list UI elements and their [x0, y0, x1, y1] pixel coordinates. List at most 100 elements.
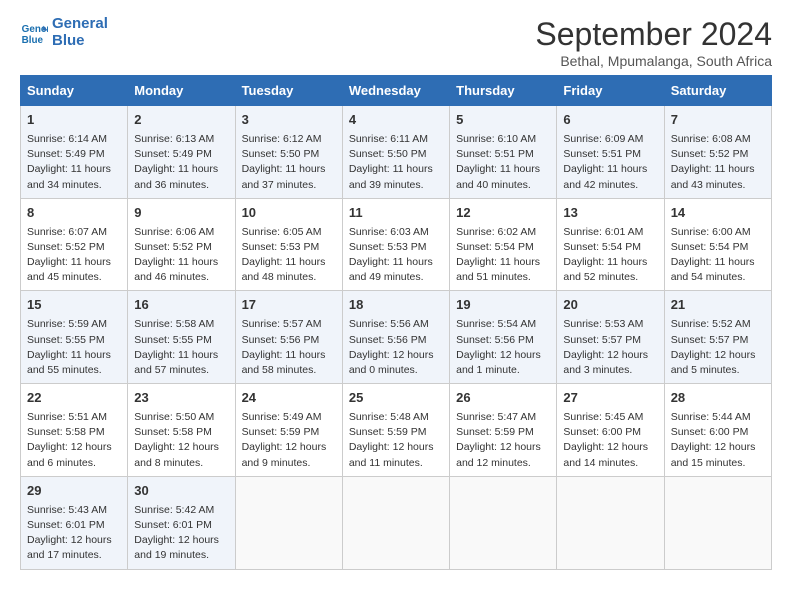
- col-header-wednesday: Wednesday: [342, 76, 449, 106]
- sunrise: Sunrise: 6:08 AM: [671, 133, 751, 145]
- calendar-cell: 26Sunrise: 5:47 AMSunset: 5:59 PMDayligh…: [450, 384, 557, 477]
- daylight: Daylight: 12 hours and 1 minute.: [456, 349, 541, 376]
- day-number: 9: [134, 204, 228, 223]
- calendar-cell: 12 Sunrise: 6:02 AM Sunset: 5:54 PM Dayligh…: [450, 198, 557, 291]
- sunset: Sunset: 5:50 PM: [349, 148, 427, 160]
- month-title: September 2024: [535, 16, 772, 53]
- daylight: Daylight: 12 hours and 3 minutes.: [563, 349, 648, 376]
- daylight: Daylight: 11 hours and 48 minutes.: [242, 256, 326, 283]
- sunrise: Sunrise: 6:02 AM: [456, 226, 536, 238]
- daylight: Daylight: 12 hours and 5 minutes.: [671, 349, 756, 376]
- daylight: Daylight: 11 hours and 45 minutes.: [27, 256, 111, 283]
- calendar-cell: 27 Sunrise: 5:45 AM Sunset: 6:00 PM Dayligh…: [557, 384, 664, 477]
- calendar-cell: 7Sunrise: 6:08 AMSunset: 5:52 PMDaylight…: [664, 106, 771, 199]
- day-number: 7: [671, 111, 765, 130]
- day-number: 15: [27, 296, 121, 315]
- day-number: 21: [671, 296, 765, 315]
- calendar-cell: [664, 476, 771, 569]
- day-number: 16: [134, 296, 228, 315]
- sunrise: Sunrise: 6:13 AM: [134, 133, 214, 145]
- daylight: Daylight: 11 hours and 36 minutes.: [134, 163, 218, 190]
- daylight: Daylight: 11 hours and 37 minutes.: [242, 163, 326, 190]
- calendar-cell: 29Sunrise: 5:43 AMSunset: 6:01 PMDayligh…: [21, 476, 128, 569]
- calendar-cell: 30Sunrise: 5:42 AMSunset: 6:01 PMDayligh…: [128, 476, 235, 569]
- sunrise: Sunrise: 5:45 AM: [563, 411, 643, 423]
- sunrise: Sunrise: 5:50 AM: [134, 411, 214, 423]
- calendar-cell: 6Sunrise: 6:09 AMSunset: 5:51 PMDaylight…: [557, 106, 664, 199]
- sunset: Sunset: 5:52 PM: [671, 148, 749, 160]
- daylight: Daylight: 12 hours and 12 minutes.: [456, 441, 541, 468]
- daylight: Daylight: 11 hours and 51 minutes.: [456, 256, 540, 283]
- day-number: 2: [134, 111, 228, 130]
- sunrise: Sunrise: 6:00 AM: [671, 226, 751, 238]
- sunset: Sunset: 5:56 PM: [456, 334, 534, 346]
- calendar-cell: [450, 476, 557, 569]
- day-number: 8: [27, 204, 121, 223]
- calendar-cell: 22Sunrise: 5:51 AMSunset: 5:58 PMDayligh…: [21, 384, 128, 477]
- sunrise: Sunrise: 6:05 AM: [242, 226, 322, 238]
- sunrise: Sunrise: 6:10 AM: [456, 133, 536, 145]
- day-number: 17: [242, 296, 336, 315]
- daylight: Daylight: 12 hours and 6 minutes.: [27, 441, 112, 468]
- sunset: Sunset: 5:56 PM: [242, 334, 320, 346]
- day-number: 28: [671, 389, 765, 408]
- calendar-cell: 4Sunrise: 6:11 AMSunset: 5:50 PMDaylight…: [342, 106, 449, 199]
- sunrise: Sunrise: 5:47 AM: [456, 411, 536, 423]
- sunset: Sunset: 6:01 PM: [134, 519, 212, 531]
- day-number: 6: [563, 111, 657, 130]
- sunset: Sunset: 5:58 PM: [134, 426, 212, 438]
- calendar-cell: 23Sunrise: 5:50 AMSunset: 5:58 PMDayligh…: [128, 384, 235, 477]
- page-header: General Blue GeneralBlue September 2024 …: [20, 16, 772, 69]
- sunrise: Sunrise: 6:06 AM: [134, 226, 214, 238]
- sunset: Sunset: 5:54 PM: [671, 241, 749, 253]
- sunset: Sunset: 5:58 PM: [27, 426, 105, 438]
- sunset: Sunset: 5:57 PM: [671, 334, 749, 346]
- daylight: Daylight: 11 hours and 46 minutes.: [134, 256, 218, 283]
- day-number: 20: [563, 296, 657, 315]
- location-subtitle: Bethal, Mpumalanga, South Africa: [535, 53, 772, 69]
- sunrise: Sunrise: 6:07 AM: [27, 226, 107, 238]
- calendar-cell: 1Sunrise: 6:14 AMSunset: 5:49 PMDaylight…: [21, 106, 128, 199]
- title-block: September 2024 Bethal, Mpumalanga, South…: [535, 16, 772, 69]
- calendar-cell: 18Sunrise: 5:56 AMSunset: 5:56 PMDayligh…: [342, 291, 449, 384]
- sunrise: Sunrise: 5:49 AM: [242, 411, 322, 423]
- day-number: 5: [456, 111, 550, 130]
- calendar-cell: 13Sunrise: 6:01 AMSunset: 5:54 PMDayligh…: [557, 198, 664, 291]
- sunset: Sunset: 5:59 PM: [242, 426, 320, 438]
- sunrise: Sunrise: 5:54 AM: [456, 318, 536, 330]
- sunrise: Sunrise: 5:56 AM: [349, 318, 429, 330]
- sunrise: Sunrise: 6:14 AM: [27, 133, 107, 145]
- sunrise: Sunrise: 5:42 AM: [134, 504, 214, 516]
- sunset: Sunset: 6:00 PM: [563, 426, 641, 438]
- daylight: Daylight: 12 hours and 14 minutes.: [563, 441, 648, 468]
- sunset: Sunset: 5:50 PM: [242, 148, 320, 160]
- sunset: Sunset: 5:59 PM: [349, 426, 427, 438]
- sunset: Sunset: 5:51 PM: [563, 148, 641, 160]
- calendar-cell: 9Sunrise: 6:06 AMSunset: 5:52 PMDaylight…: [128, 198, 235, 291]
- day-number: 25: [349, 389, 443, 408]
- col-header-sunday: Sunday: [21, 76, 128, 106]
- col-header-monday: Monday: [128, 76, 235, 106]
- col-header-tuesday: Tuesday: [235, 76, 342, 106]
- sunset: Sunset: 5:57 PM: [563, 334, 641, 346]
- calendar-cell: [235, 476, 342, 569]
- sunset: Sunset: 5:54 PM: [456, 241, 534, 253]
- calendar-cell: 10Sunrise: 6:05 AMSunset: 5:53 PMDayligh…: [235, 198, 342, 291]
- day-number: 27: [563, 389, 657, 408]
- calendar-cell: 19Sunrise: 5:54 AMSunset: 5:56 PMDayligh…: [450, 291, 557, 384]
- col-header-thursday: Thursday: [450, 76, 557, 106]
- day-number: 12: [456, 204, 550, 223]
- calendar-cell: 15Sunrise: 5:59 AMSunset: 5:55 PMDayligh…: [21, 291, 128, 384]
- calendar-cell: 16Sunrise: 5:58 AMSunset: 5:55 PMDayligh…: [128, 291, 235, 384]
- logo-icon: General Blue: [20, 19, 48, 47]
- daylight: Daylight: 11 hours and 49 minutes.: [349, 256, 433, 283]
- calendar-cell: 20Sunrise: 5:53 AMSunset: 5:57 PMDayligh…: [557, 291, 664, 384]
- sunrise: Sunrise: 6:01 AM: [563, 226, 643, 238]
- calendar-cell: 11Sunrise: 6:03 AMSunset: 5:53 PMDayligh…: [342, 198, 449, 291]
- calendar-cell: [557, 476, 664, 569]
- sunset: Sunset: 5:53 PM: [349, 241, 427, 253]
- calendar-cell: 3Sunrise: 6:12 AMSunset: 5:50 PMDaylight…: [235, 106, 342, 199]
- sunrise: Sunrise: 6:12 AM: [242, 133, 322, 145]
- daylight: Daylight: 11 hours and 54 minutes.: [671, 256, 755, 283]
- daylight: Daylight: 12 hours and 11 minutes.: [349, 441, 434, 468]
